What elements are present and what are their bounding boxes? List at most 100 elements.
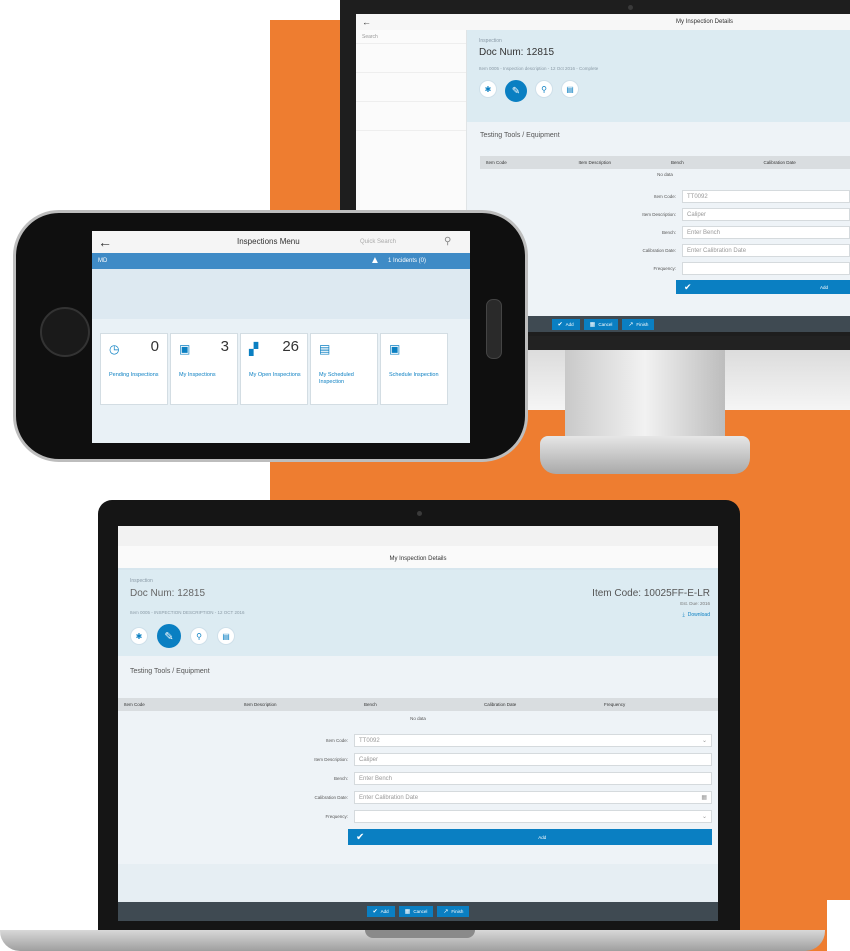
incidents-link[interactable]: 1 Incidents (0) [388, 253, 426, 269]
section-title: Testing Tools / Equipment [130, 668, 210, 675]
calibration-date-field: Calibration Date: Enter Calibration Date ▦ [268, 791, 712, 804]
laptop-title-bar: My Inspection Details [118, 546, 718, 570]
sidebar-search-input[interactable]: Search [356, 30, 466, 44]
info-icon[interactable]: ✱ [130, 627, 148, 645]
notes-icon[interactable]: ▤ [561, 80, 579, 98]
column-header[interactable]: Item Description [573, 156, 666, 169]
item-description-field: Item Description: Caliper [268, 753, 712, 766]
document-icon: ▤ [319, 342, 331, 356]
phone-page-title: Inspections Menu [237, 237, 300, 246]
chart-icon: ▞ [249, 342, 259, 356]
sidebar-list-item[interactable] [356, 73, 466, 102]
calendar-icon: ▣ [389, 342, 401, 356]
notes-icon[interactable]: ▤ [217, 627, 235, 645]
footer-cancel-button[interactable]: ▦ Cancel [398, 906, 434, 917]
laptop-table-header: Item Code Item Description Bench Calibra… [118, 698, 718, 711]
tile-pending-inspections[interactable]: ◷ 0 Pending Inspections [100, 333, 168, 405]
laptop-icon-tabs: ✱ ✎ ⚲ ▤ [130, 624, 235, 648]
sidebar-list-item[interactable] [356, 44, 466, 73]
item-code-input[interactable]: TT0092 [682, 190, 850, 203]
phone-top-bar: ← Inspections Menu Quick Search ⚲ [92, 231, 470, 254]
tools-icon[interactable]: ✎ [157, 624, 181, 648]
tile-scheduled-inspection[interactable]: ▤ My Scheduled Inspection [310, 333, 378, 405]
bench-field: Bench: Enter Bench [268, 772, 712, 785]
download-icon: ⤓ [682, 612, 685, 618]
item-code-input[interactable]: TT0092 ⌄ [354, 734, 712, 747]
column-header[interactable]: Item Code [480, 156, 573, 169]
monitor-page-title: My Inspection Details [676, 19, 734, 25]
smartphone: ← Inspections Menu Quick Search ⚲ MD ▲ 1… [13, 210, 528, 462]
tile-my-inspections[interactable]: ▣ 3 My Inspections [170, 333, 238, 405]
tile-count: 26 [282, 338, 299, 355]
monitor-camera [628, 5, 633, 10]
monitor-top-bar: ← My Inspection Details [356, 14, 850, 31]
monitor-object-header: Inspection Doc Num: 12815 Item 0005 - In… [467, 30, 850, 122]
download-link[interactable]: ⤓ Download [683, 612, 710, 618]
column-header[interactable]: Item Code [118, 698, 238, 711]
laptop-footer-toolbar: ✔ Add ▦ Cancel ↗ Finish [118, 902, 718, 921]
footer-finish-button[interactable]: ↗ Finish [437, 906, 470, 917]
column-header[interactable]: Bench [665, 156, 758, 169]
laptop-add-form: Item Code: TT0092 ⌄ Item Description: Calip… [268, 734, 712, 845]
share-icon: ↗ [443, 909, 449, 915]
tile-open-inspections[interactable]: ▞ 26 My Open Inspections [240, 333, 308, 405]
checkmark-icon: ✔ [356, 831, 365, 843]
bench-field: Bench: Enter Bench [586, 226, 850, 239]
no-data-text: No data [410, 716, 426, 721]
tile-label: My Open Inspections [249, 372, 301, 378]
monitor-icon-tabs: ✱ ✎ ⚲ ▤ [479, 80, 579, 102]
sidebar-list-item[interactable] [356, 102, 466, 131]
back-arrow-icon[interactable]: ← [362, 14, 371, 30]
home-button [40, 307, 90, 357]
tile-label: My Inspections [179, 372, 216, 378]
tile-count: 0 [150, 338, 159, 355]
frequency-select[interactable] [682, 262, 850, 275]
column-header[interactable]: Frequency [598, 698, 718, 711]
frequency-field: Frequency: ⌄ [268, 810, 712, 823]
monitor-table-header: Item Code Item Description Bench Calibra… [480, 156, 850, 169]
calibration-date-field: Calibration Date: Enter Calibration Date [586, 244, 850, 257]
check-icon: ✔ [372, 909, 378, 915]
calibration-date-input[interactable]: Enter Calibration Date ▦ [354, 791, 712, 804]
footer-add-button[interactable]: ✔ Add [366, 906, 395, 917]
back-arrow-icon[interactable]: ← [98, 231, 112, 253]
column-header[interactable]: Calibration Date [478, 698, 598, 711]
footer-finish-button[interactable]: ↗ Finish [622, 318, 655, 330]
add-button[interactable]: ✔ Add [676, 280, 850, 294]
item-description-input[interactable]: Caliper [682, 208, 850, 221]
attachment-icon[interactable]: ⚲ [535, 80, 553, 98]
check-icon: ✔ [557, 321, 563, 328]
laptop-top-strip [118, 526, 718, 546]
footer-cancel-button[interactable]: ▦ Cancel [583, 318, 619, 330]
laptop-screen: My Inspection Details Inspection Doc Num… [118, 526, 718, 921]
item-description-input[interactable]: Caliper [354, 753, 712, 766]
add-button[interactable]: ✔ Add [348, 829, 712, 845]
column-header[interactable]: Bench [358, 698, 478, 711]
info-icon[interactable]: ✱ [479, 80, 497, 98]
tools-icon[interactable]: ✎ [505, 80, 527, 102]
doc-number: Doc Num: 12815 [479, 47, 555, 58]
search-icon[interactable]: ⚲ [444, 231, 451, 253]
laptop-page-title: My Inspection Details [389, 556, 447, 562]
column-header[interactable]: Item Description [238, 698, 358, 711]
phone-screen: ← Inspections Menu Quick Search ⚲ MD ▲ 1… [92, 231, 470, 443]
phone-banner [92, 269, 470, 319]
monitor-add-form: Item Code: TT0092 Item Description: Calipe… [586, 190, 850, 294]
footer-add-button[interactable]: ✔ Add [551, 318, 580, 330]
bench-input[interactable]: Enter Bench [682, 226, 850, 239]
tile-schedule-inspection[interactable]: ▣ Schedule Inspection [380, 333, 448, 405]
bench-input[interactable]: Enter Bench [354, 772, 712, 785]
clipboard-icon: ▣ [179, 342, 191, 356]
calibration-date-input[interactable]: Enter Calibration Date [682, 244, 850, 257]
calendar-icon[interactable]: ▦ [701, 794, 707, 801]
dropdown-icon: ⌄ [701, 738, 707, 744]
share-icon: ↗ [628, 321, 634, 328]
frequency-select[interactable]: ⌄ [354, 810, 712, 823]
attachment-icon[interactable]: ⚲ [190, 627, 208, 645]
item-code-field: Item Code: TT0092 [586, 190, 850, 203]
warning-icon[interactable]: ▲ [370, 253, 380, 269]
monitor-stand-neck [565, 350, 725, 440]
section-title: Testing Tools / Equipment [480, 132, 560, 139]
quick-search-input[interactable]: Quick Search [360, 231, 396, 253]
column-header[interactable]: Calibration Date [758, 156, 850, 169]
